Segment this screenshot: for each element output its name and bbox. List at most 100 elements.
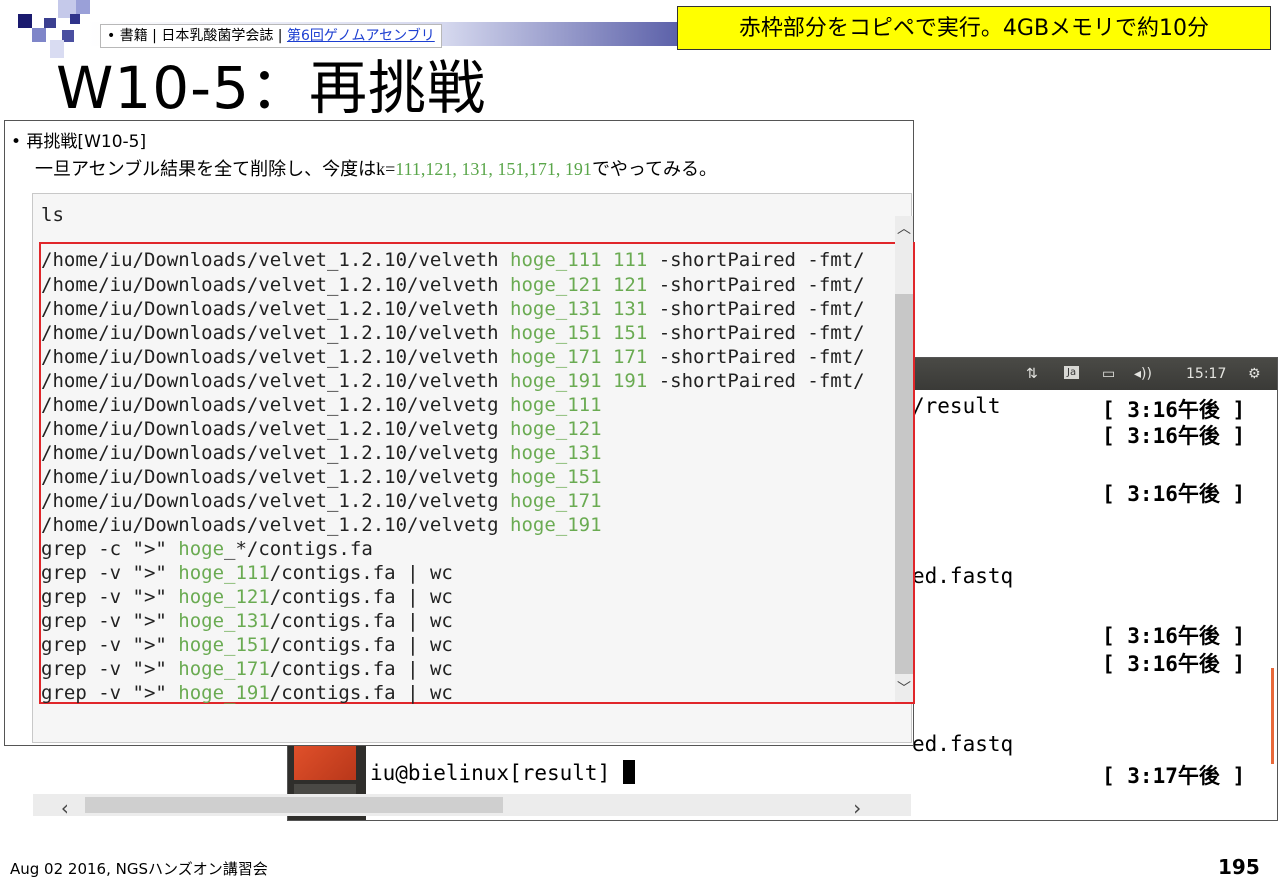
code-text: -shortPaired -fmt/	[647, 249, 865, 271]
battery-icon[interactable]: ▭	[1102, 366, 1115, 382]
code-line: /home/iu/Downloads/velvet_1.2.10/velveth…	[41, 274, 865, 296]
prompt-text: iu@bielinux[result]	[370, 761, 623, 785]
code-highlight: hoge_151	[510, 466, 602, 488]
terminal-timestamp: [ 3:16午後 ]	[1102, 424, 1246, 448]
code-text: _*/contigs.fa	[224, 538, 373, 560]
code-line: /home/iu/Downloads/velvet_1.2.10/velvetg…	[41, 466, 602, 488]
section-description: 一旦アセンブル結果を全て削除し、今度はk=111,121, 131, 151,1…	[35, 155, 717, 181]
scroll-down-icon[interactable]: ﹀	[895, 678, 913, 698]
code-text: -shortPaired -fmt/	[647, 298, 865, 320]
code-text: grep -v ">"	[41, 682, 179, 704]
network-icon[interactable]: ⇅	[1026, 366, 1038, 382]
code-text: /contigs.fa | wc	[269, 634, 453, 656]
code-line: grep -v ">" hoge_191/contigs.fa | wc	[41, 682, 453, 704]
code-highlight: hoge_121	[178, 586, 270, 608]
section-heading: • 再挑戦[W10-5]	[11, 132, 147, 152]
code-line: /home/iu/Downloads/velvet_1.2.10/velveth…	[41, 322, 865, 344]
breadcrumb: • 書籍 | 日本乳酸菌学会誌 | 第6回ゲノムアセンブリ	[100, 24, 442, 48]
code-text: /home/iu/Downloads/velvet_1.2.10/velvetg	[41, 418, 510, 440]
code-text: -shortPaired -fmt/	[647, 322, 865, 344]
clock[interactable]: 15:17	[1186, 366, 1226, 382]
desc-k: k=	[376, 159, 396, 179]
code-text: /home/iu/Downloads/velvet_1.2.10/velvetg	[41, 466, 510, 488]
code-text: /contigs.fa | wc	[269, 586, 453, 608]
desc-k-values: 111,121, 131, 151,171, 191	[395, 159, 592, 179]
scroll-up-icon[interactable]: ︿	[895, 218, 913, 238]
instruction-note: 赤枠部分をコピペで実行。4GBメモリで約10分	[677, 6, 1271, 50]
code-highlight: hoge_131 131	[510, 298, 648, 320]
footer-date: Aug 02 2016, NGSハンズオン講習会	[10, 860, 268, 878]
code-highlight: hoge_151 151	[510, 322, 648, 344]
decor-square	[44, 18, 56, 28]
horizontal-scroll-thumb[interactable]	[85, 797, 503, 813]
code-text: grep -v ">"	[41, 562, 179, 584]
scroll-right-icon[interactable]: ›	[847, 796, 867, 820]
code-text: grep -c ">"	[41, 538, 179, 560]
code-highlight: hoge_171 171	[510, 346, 648, 368]
gear-icon[interactable]: ⚙	[1248, 366, 1261, 382]
code-line: grep -v ">" hoge_151/contigs.fa | wc	[41, 634, 453, 656]
code-text: /home/iu/Downloads/velvet_1.2.10/velveth	[41, 274, 510, 296]
code-highlight: hoge_121 121	[510, 274, 648, 296]
terminal-line: ed.fastq	[912, 564, 1014, 588]
code-text: grep -v ">"	[41, 610, 179, 632]
app-launcher-icon[interactable]	[294, 746, 356, 780]
code-highlight: hoge_191 191	[510, 370, 648, 392]
terminal-timestamp: [ 3:16午後 ]	[1102, 624, 1246, 648]
code-line: grep -v ">" hoge_111/contigs.fa | wc	[41, 562, 453, 584]
decor-square	[70, 14, 80, 24]
code-highlight: hoge_131	[178, 610, 270, 632]
input-method-indicator[interactable]: Ja	[1064, 366, 1080, 379]
terminal-line: /result	[912, 394, 1001, 418]
code-text: /home/iu/Downloads/velvet_1.2.10/velveth	[41, 322, 510, 344]
terminal-timestamp: [ 3:16午後 ]	[1102, 482, 1246, 506]
code-text: -shortPaired -fmt/	[647, 370, 865, 392]
code-line: /home/iu/Downloads/velvet_1.2.10/velvetg…	[41, 514, 602, 536]
code-text: /home/iu/Downloads/velvet_1.2.10/velvetg	[41, 442, 510, 464]
code-text: -shortPaired -fmt/	[647, 274, 865, 296]
code-text: /home/iu/Downloads/velvet_1.2.10/velvetg	[41, 514, 510, 536]
code-highlight: hoge_171	[178, 658, 270, 680]
code-highlight: hoge_171	[510, 490, 602, 512]
scroll-left-icon[interactable]: ‹	[55, 796, 75, 820]
desc-suffix: でやってみる。	[591, 159, 718, 180]
code-text: /contigs.fa | wc	[269, 610, 453, 632]
code-line: grep -c ">" hoge_*/contigs.fa	[41, 538, 373, 560]
terminal-line: ed.fastq	[912, 732, 1014, 756]
code-text: /home/iu/Downloads/velvet_1.2.10/velvetg	[41, 490, 510, 512]
code-text: grep -v ">"	[41, 586, 179, 608]
breadcrumb-link[interactable]: 第6回ゲノムアセンブリ	[287, 28, 435, 44]
code-text: /contigs.fa | wc	[269, 682, 453, 704]
code-line: grep -v ">" hoge_131/contigs.fa | wc	[41, 610, 453, 632]
decor-square	[18, 14, 32, 28]
code-line: /home/iu/Downloads/velvet_1.2.10/velveth…	[41, 346, 865, 368]
text-cursor	[622, 760, 635, 784]
code-line: grep -v ">" hoge_121/contigs.fa | wc	[41, 586, 453, 608]
code-highlight: hoge_131	[510, 442, 602, 464]
code-text: grep -v ">"	[41, 658, 179, 680]
terminal-prompt[interactable]: iu@bielinux[result]	[370, 760, 635, 785]
code-highlight: hoge	[178, 538, 225, 560]
code-text: /home/iu/Downloads/velvet_1.2.10/velveth	[41, 346, 510, 368]
code-line: /home/iu/Downloads/velvet_1.2.10/velvetg…	[41, 490, 602, 512]
decor-square	[76, 0, 90, 14]
code-line: /home/iu/Downloads/velvet_1.2.10/velvetg…	[41, 394, 602, 416]
desc-prefix: 一旦アセンブル結果を全て削除し、今度は	[35, 159, 377, 180]
volume-icon[interactable]: ◂))	[1134, 366, 1152, 382]
code-text: /home/iu/Downloads/velvet_1.2.10/velveth	[41, 370, 510, 392]
code-block[interactable]: ︿ ﹀ ‹ › ls/home/iu/Downloads/velvet_1.2.…	[32, 193, 915, 820]
document-window: • 再挑戦[W10-5] 一旦アセンブル結果を全て削除し、今度はk=111,12…	[4, 120, 915, 820]
code-text: /home/iu/Downloads/velvet_1.2.10/velveth	[41, 249, 510, 271]
vertical-scroll-thumb[interactable]	[895, 294, 913, 674]
terminal-timestamp: [ 3:16午後 ]	[1102, 652, 1246, 676]
code-text: /home/iu/Downloads/velvet_1.2.10/velveth	[41, 298, 510, 320]
page-title: W10-5：再挑戦	[56, 54, 486, 122]
code-line: /home/iu/Downloads/velvet_1.2.10/velvetg…	[41, 442, 602, 464]
code-line: /home/iu/Downloads/velvet_1.2.10/velvetg…	[41, 418, 602, 440]
code-line: ls	[41, 204, 64, 226]
code-text: ls	[41, 204, 64, 226]
terminal-timestamp: [ 3:17午後 ]	[1102, 764, 1246, 788]
code-highlight: hoge_111	[510, 394, 602, 416]
code-line: /home/iu/Downloads/velvet_1.2.10/velveth…	[41, 370, 865, 392]
code-highlight: hoge_111	[178, 562, 270, 584]
